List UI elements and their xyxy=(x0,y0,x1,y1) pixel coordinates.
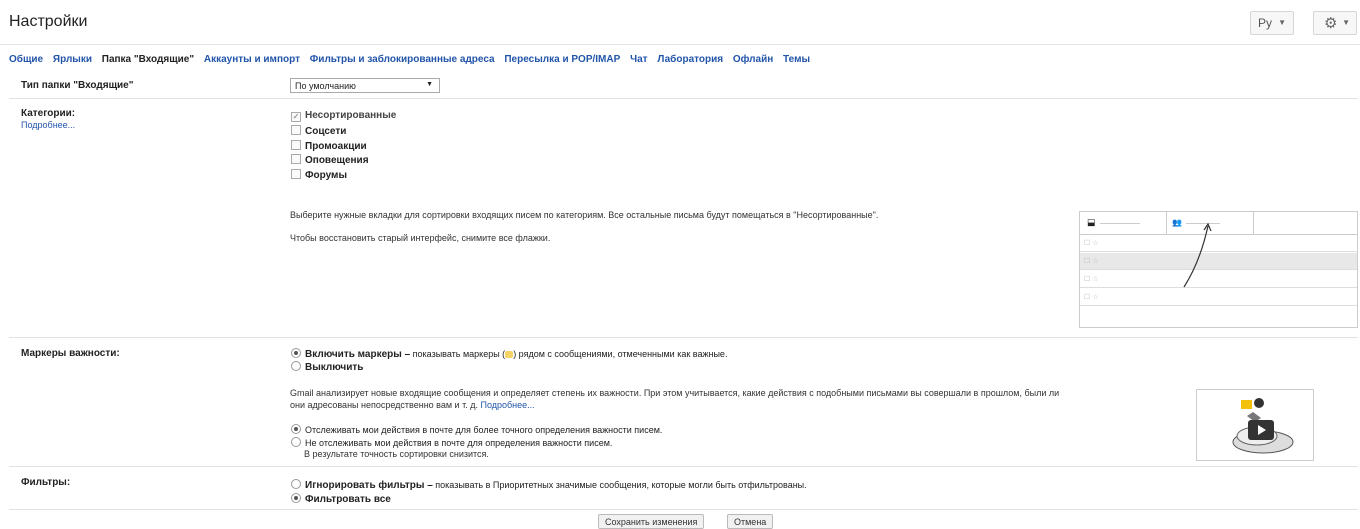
tab-chat[interactable]: Чат xyxy=(630,54,648,65)
importance-marker-icon xyxy=(505,351,514,358)
tab-accounts[interactable]: Аккаунты и импорт xyxy=(204,54,300,65)
tab-labels[interactable]: Ярлыки xyxy=(53,54,92,65)
chevron-down-icon: ▼ xyxy=(1278,18,1286,27)
inbox-type-label: Тип папки "Входящие" xyxy=(21,80,134,91)
page-title: Настройки xyxy=(9,13,88,30)
category-primary[interactable]: ✓ Несортированные xyxy=(291,110,396,122)
radio[interactable] xyxy=(291,437,301,447)
tab-forwarding[interactable]: Пересылка и POP/IMAP xyxy=(504,54,620,65)
categories-label: Категории: xyxy=(21,108,76,119)
filters-label: Фильтры: xyxy=(21,477,71,488)
inbox-tabs-preview: ⬓ 👥 ☐ ☆ ☐ ☆ ☐ ☆ ☐ ☆ xyxy=(1079,211,1358,328)
categories-hint: Выберите нужные вкладки для сортировки в… xyxy=(290,210,879,220)
chevron-down-icon: ▼ xyxy=(1342,18,1350,27)
markers-off-option[interactable]: Выключить xyxy=(291,361,363,373)
category-updates[interactable]: Оповещения xyxy=(291,154,369,166)
settings-tabs: Общие Ярлыки Папка "Входящие" Аккаунты и… xyxy=(9,54,817,65)
importance-video-thumbnail[interactable] xyxy=(1196,389,1314,461)
radio[interactable] xyxy=(291,361,301,371)
tab-themes[interactable]: Темы xyxy=(783,54,810,65)
tab-offline[interactable]: Офлайн xyxy=(733,54,773,65)
filter-all-option[interactable]: Фильтровать все xyxy=(291,493,391,505)
no-track-actions-option[interactable]: Не отслеживать мои действия в почте для … xyxy=(291,437,612,448)
importance-more-link[interactable]: Подробнее... xyxy=(480,400,534,410)
checkbox[interactable] xyxy=(291,140,301,150)
gear-icon: ⚙ xyxy=(1324,15,1338,32)
play-icon[interactable] xyxy=(1248,420,1274,440)
radio-selected[interactable] xyxy=(291,348,301,358)
importance-description-line2: они адресованы непосредственно вам и т. … xyxy=(290,400,535,410)
play-triangle xyxy=(1258,425,1266,435)
markers-on-option[interactable]: Включить маркеры – показывать маркеры ()… xyxy=(291,348,727,360)
language-button[interactable]: Ру ▼ xyxy=(1250,11,1294,35)
inbox-type-row: Тип папки "Входящие" xyxy=(9,73,1358,99)
importance-description-line1: Gmail анализирует новые входящие сообщен… xyxy=(290,388,1060,398)
language-label: Ру xyxy=(1258,16,1273,30)
tab-filters[interactable]: Фильтры и заблокированные адреса xyxy=(310,54,495,65)
categories-restore-hint: Чтобы восстановить старый интерфейс, сни… xyxy=(290,233,551,243)
tab-labs[interactable]: Лаборатория xyxy=(657,54,723,65)
save-button[interactable]: Сохранить изменения xyxy=(598,514,705,529)
ignore-filters-option[interactable]: Игнорировать фильтры – показывать в Прио… xyxy=(291,479,807,491)
settings-gear-button[interactable]: ⚙ ▼ xyxy=(1313,11,1357,35)
categories-more-link[interactable]: Подробнее... xyxy=(21,120,75,130)
importance-label: Маркеры важности: xyxy=(21,348,120,359)
checkbox[interactable] xyxy=(291,125,301,135)
radio[interactable] xyxy=(291,479,301,489)
arrow-icon xyxy=(1183,222,1212,288)
chevron-down-icon: ▼ xyxy=(426,81,433,88)
checkbox[interactable] xyxy=(291,154,301,164)
checkbox-checked[interactable]: ✓ xyxy=(291,112,301,122)
category-social[interactable]: Соцсети xyxy=(291,125,346,137)
checkbox[interactable] xyxy=(291,169,301,179)
inbox-type-select[interactable]: По умолчанию ▼ xyxy=(290,78,440,93)
radio-selected[interactable] xyxy=(291,424,301,434)
cancel-button[interactable]: Отмена xyxy=(727,514,774,529)
no-track-note: В результате точность сортировки снизитс… xyxy=(304,449,489,459)
radio-selected[interactable] xyxy=(291,493,301,503)
tab-inbox[interactable]: Папка "Входящие" xyxy=(102,54,194,65)
settings-header: Настройки Ру ▼ ⚙ ▼ xyxy=(0,0,1360,45)
inbox-type-value: По умолчанию xyxy=(295,81,356,91)
tab-general[interactable]: Общие xyxy=(9,54,43,65)
category-promotions[interactable]: Промоакции xyxy=(291,140,367,152)
category-forums[interactable]: Форумы xyxy=(291,169,347,181)
track-actions-option[interactable]: Отслеживать мои действия в почте для бол… xyxy=(291,424,662,435)
